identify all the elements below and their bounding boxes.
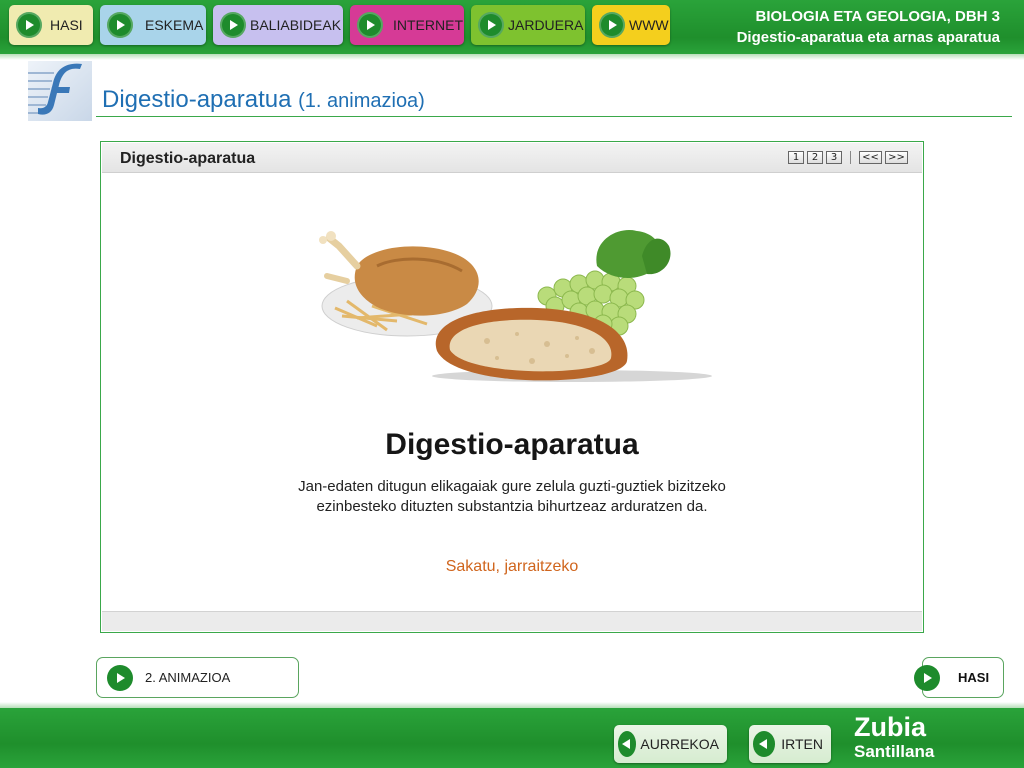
nav-button-internet[interactable]: INTERNET	[350, 5, 464, 45]
nav-button-eskema[interactable]: ESKEMA	[100, 5, 206, 45]
animation-description: Jan-edaten ditugun elikagaiak gure zelul…	[251, 477, 773, 517]
description-line-1: Jan-edaten ditugun elikagaiak gure zelul…	[298, 478, 726, 495]
play-icon	[107, 12, 133, 38]
home-label: HASI	[958, 670, 990, 685]
page-title-sub: (1. animazioa)	[298, 90, 425, 112]
next-animation-button[interactable]: 2. ANIMAZIOA	[96, 657, 299, 698]
play-icon	[914, 664, 940, 691]
nav-label: JARDUERA	[508, 17, 584, 33]
play-icon	[478, 12, 504, 38]
back-arrow-icon	[618, 731, 637, 757]
play-icon	[220, 12, 246, 38]
nav-button-www[interactable]: WWW	[592, 5, 670, 45]
nav-button-jarduera[interactable]: JARDUERA	[471, 5, 585, 45]
pager-divider	[850, 151, 851, 164]
page-3-button[interactable]: 3	[826, 151, 842, 164]
play-icon	[599, 12, 625, 38]
play-icon	[107, 664, 133, 691]
unit-title: Digestio-aparatua eta arnas aparatua	[736, 29, 1000, 46]
animation-pager: 1 2 3 << >>	[788, 151, 908, 164]
animation-header: Digestio-aparatua 1 2 3 << >>	[102, 143, 922, 173]
nav-label: ESKEMA	[145, 17, 204, 33]
food-illustration	[319, 230, 712, 382]
exit-button[interactable]: IRTEN	[749, 725, 831, 763]
exit-label: IRTEN	[781, 736, 823, 752]
page-title: Digestio-aparatua (1. animazioa)	[102, 86, 425, 114]
next-animation-label: 2. ANIMAZIOA	[145, 670, 231, 685]
nav-label: HASI	[50, 17, 83, 33]
page-1-button[interactable]: 1	[788, 151, 804, 164]
animation-footer	[102, 611, 922, 631]
page-2-button[interactable]: 2	[807, 151, 823, 164]
nav-label: WWW	[629, 17, 669, 33]
bottom-bar: AURREKOA IRTEN Zubia Santillana	[0, 702, 1024, 768]
nav-label: INTERNET	[393, 17, 463, 33]
flash-icon	[28, 61, 92, 121]
next-button[interactable]: >>	[885, 151, 908, 164]
brand-logo: Zubia Santillana	[854, 712, 934, 762]
prev-button[interactable]: <<	[859, 151, 882, 164]
brand-name: Zubia	[854, 712, 926, 742]
animation-header-title: Digestio-aparatua	[120, 150, 256, 167]
page-title-main: Digestio-aparatua	[102, 86, 292, 113]
animation-main-title: Digestio-aparatua	[385, 428, 639, 461]
back-label: AURREKOA	[640, 736, 719, 752]
nav-button-hasi[interactable]: HASI	[9, 5, 93, 45]
nav-label: BALIABIDEAK	[250, 17, 342, 33]
play-icon	[16, 12, 42, 38]
description-line-2: ezinbesteko dituzten substantzia bihurtz…	[316, 498, 708, 515]
top-nav-bar: HASI ESKEMA BALIABIDEAK INTERNET JARDUER…	[0, 0, 1024, 60]
play-icon	[357, 12, 383, 38]
exit-arrow-icon	[753, 731, 776, 757]
home-button[interactable]: HASI	[914, 657, 1004, 698]
title-divider	[96, 116, 1012, 117]
animation-frame: Digestio-aparatua 1 2 3 << >> Digestio-a…	[100, 141, 924, 633]
continue-link[interactable]: Sakatu, jarraitzeko	[101, 558, 923, 576]
course-titles: BIOLOGIA ETA GEOLOGIA, DBH 3 Digestio-ap…	[737, 6, 1000, 48]
course-title: BIOLOGIA ETA GEOLOGIA, DBH 3	[755, 8, 1000, 25]
nav-button-baliabideak[interactable]: BALIABIDEAK	[213, 5, 343, 45]
back-button[interactable]: AURREKOA	[614, 725, 727, 763]
brand-publisher: Santillana	[854, 742, 935, 761]
